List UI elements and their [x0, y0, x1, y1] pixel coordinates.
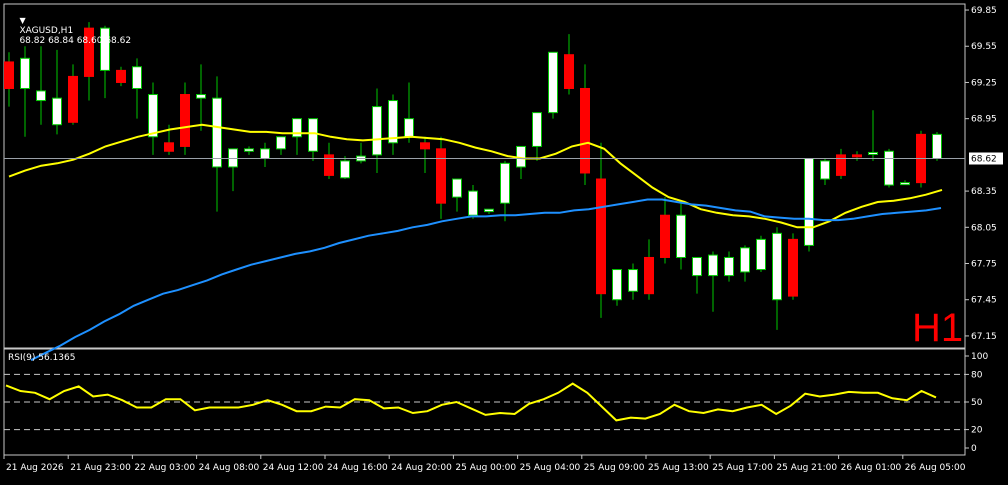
candle-bull — [244, 148, 254, 152]
x-tick-label: 24 Aug 12:00 — [263, 463, 324, 473]
candle-bull — [196, 94, 206, 99]
x-tick-label: 25 Aug 17:00 — [712, 463, 773, 473]
candle-bull — [132, 66, 142, 89]
price-tick-label: 69.55 — [971, 42, 997, 52]
x-tick-label: 25 Aug 09:00 — [584, 463, 645, 473]
rsi-tick-label: 100 — [971, 352, 988, 362]
x-tick-label: 26 Aug 05:00 — [905, 463, 966, 473]
price-tick-label: 68.05 — [971, 223, 997, 233]
x-tick-label: 24 Aug 08:00 — [199, 463, 260, 473]
x-tick-label: 22 Aug 03:00 — [134, 463, 195, 473]
candle-bear — [420, 142, 430, 150]
rsi-label: RSI(9) 56.1365 — [8, 353, 76, 363]
timeframe-watermark: H1 — [912, 306, 964, 350]
dropdown-triangle-icon[interactable]: ▼ — [19, 16, 25, 25]
price-tick-label: 68.95 — [971, 115, 997, 125]
chart-header: ▼ XAGUSD,H1 68.82 68.84 68.60 68.62 — [8, 6, 131, 56]
x-tick-label: 21 Aug 2026 — [6, 463, 64, 473]
rsi-tick-label: 80 — [971, 370, 983, 380]
ohlc-label: 68.82 68.84 68.60 68.62 — [19, 36, 132, 46]
candle-bear — [564, 54, 574, 89]
current-price-label: 68.62 — [971, 154, 997, 164]
candle-bear — [788, 238, 798, 297]
candle-bull — [756, 238, 766, 271]
candle-bear — [644, 256, 654, 295]
candle-bull — [804, 157, 814, 246]
candle-bull — [36, 90, 46, 102]
candle-bull — [212, 97, 222, 168]
candle-bear — [324, 154, 334, 176]
candle-bear — [836, 154, 846, 176]
candle-bear — [436, 148, 446, 204]
candle-bull — [532, 112, 542, 147]
candle-bull — [276, 136, 286, 150]
candle-bull — [468, 190, 478, 216]
candle-bull — [148, 94, 158, 138]
candle-bear — [4, 61, 14, 89]
x-tick-label: 24 Aug 20:00 — [391, 463, 452, 473]
symbol-label: XAGUSD,H1 — [19, 26, 74, 36]
candle-bear — [180, 94, 190, 147]
price-tick-label: 69.25 — [971, 78, 997, 88]
candle-bull — [404, 118, 414, 138]
price-tick-label: 67.15 — [971, 332, 997, 342]
rsi-tick-label: 50 — [971, 398, 983, 408]
candle-bull — [740, 247, 750, 273]
candle-bear — [116, 69, 126, 83]
price-tick-label: 67.45 — [971, 296, 997, 306]
candle-bull — [548, 51, 558, 114]
x-tick-label: 25 Aug 21:00 — [776, 463, 837, 473]
candle-bull — [884, 150, 894, 186]
candle-bull — [340, 160, 350, 179]
x-tick-label: 25 Aug 04:00 — [520, 463, 581, 473]
candle-bear — [68, 75, 78, 123]
candle-bear — [164, 142, 174, 152]
candle-bull — [708, 254, 718, 277]
candle-bear — [580, 87, 590, 174]
candle-bear — [596, 178, 606, 295]
candle-bull — [692, 256, 702, 277]
candle-bull — [452, 178, 462, 198]
candle-bull — [724, 256, 734, 277]
chart-canvas[interactable]: 69.85 69.55 69.25 68.95 68.35 68.05 67.75 67.45… — [0, 0, 1008, 481]
candle-bull — [228, 148, 238, 168]
candle-bull — [772, 232, 782, 301]
candle-bull — [20, 57, 30, 89]
x-tick-label: 25 Aug 13:00 — [648, 463, 709, 473]
candle-bull — [372, 106, 382, 156]
candle-bear — [852, 154, 862, 158]
rsi-tick-label: 0 — [971, 444, 977, 454]
candle-bull — [308, 118, 318, 152]
x-tick-label: 26 Aug 01:00 — [841, 463, 902, 473]
price-tick-label: 67.75 — [971, 260, 997, 270]
candle-bull — [52, 97, 62, 126]
candle-bull — [676, 214, 686, 258]
x-tick-label: 25 Aug 00:00 — [455, 463, 516, 473]
candle-bull — [900, 182, 910, 186]
candle-bull — [484, 208, 494, 213]
candle-bull — [500, 162, 510, 204]
x-tick-label: 21 Aug 23:00 — [70, 463, 131, 473]
candle-bull — [628, 269, 638, 292]
candle-bull — [820, 160, 830, 180]
candle-bull — [932, 133, 942, 159]
candle-bull — [388, 100, 398, 144]
rsi-tick-label: 20 — [971, 426, 983, 436]
x-tick-label: 24 Aug 16:00 — [327, 463, 388, 473]
price-tick-label: 68.35 — [971, 187, 997, 197]
candle-bear — [660, 214, 670, 258]
candle-bull — [868, 151, 878, 155]
candle-bull — [612, 269, 622, 301]
candle-bull — [260, 148, 270, 159]
chart-container[interactable]: 69.85 69.55 69.25 68.95 68.35 68.05 67.75 67.45… — [0, 0, 1008, 481]
price-tick-label: 69.85 — [971, 6, 997, 16]
